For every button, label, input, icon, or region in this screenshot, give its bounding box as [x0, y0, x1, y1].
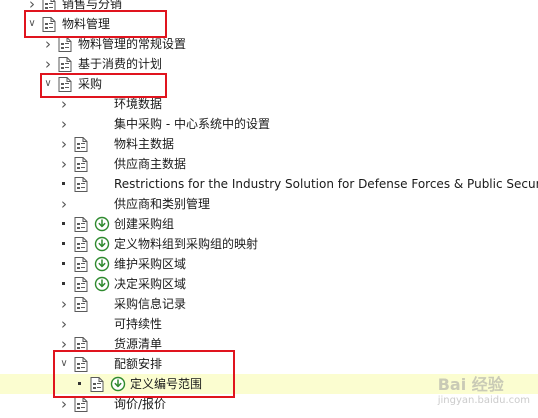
document-icon [58, 77, 72, 92]
document-icon [74, 157, 88, 172]
tree-item-label: 供应商主数据 [114, 157, 187, 171]
watermark-sub: jingyan.baidu.com [437, 395, 530, 406]
tree-item-sales-distribution[interactable]: › 销售与分销 [0, 0, 538, 14]
tree-item-material-group-mapping[interactable]: 定义物料组到采购组的映射 [0, 234, 538, 254]
tree-item-label: 货源清单 [114, 337, 163, 351]
tree-item-determine-purchasing-areas[interactable]: 决定采购区域 [0, 274, 538, 294]
tree-item-label: 物料主数据 [114, 137, 175, 151]
chevron-right-icon[interactable]: › [27, 0, 37, 14]
leaf-bullet-icon [62, 282, 65, 285]
chevron-right-icon[interactable]: › [59, 394, 69, 414]
tree-item-central-purchasing[interactable]: › 集中采购 - 中心系统中的设置 [0, 114, 538, 134]
tree-item-label: 维护采购区域 [114, 257, 187, 271]
tree-item-label: 决定采购区域 [114, 277, 187, 291]
execute-icon[interactable] [94, 236, 110, 252]
leaf-bullet-icon [62, 262, 65, 265]
chevron-right-icon[interactable]: › [59, 94, 69, 114]
execute-icon[interactable] [94, 256, 110, 272]
tree-item-purchasing-info-record[interactable]: › 采购信息记录 [0, 294, 538, 314]
chevron-right-icon[interactable]: › [59, 114, 69, 134]
watermark-brand: Bai 经验 [437, 375, 504, 394]
tree-item-label: 环境数据 [114, 97, 163, 111]
document-icon [74, 337, 88, 352]
document-icon [74, 297, 88, 312]
chevron-down-icon[interactable]: ∨ [27, 14, 37, 34]
document-icon [74, 137, 88, 152]
tree-item-label: 销售与分销 [62, 0, 123, 11]
chevron-down-icon[interactable]: ∨ [59, 354, 69, 374]
tree-item-label: Restrictions for the Industry Solution f… [114, 177, 538, 191]
execute-icon[interactable] [110, 376, 126, 392]
tree-item-material-master[interactable]: › 物料主数据 [0, 134, 538, 154]
leaf-bullet-icon [62, 222, 65, 225]
tree-item-restrictions-defense[interactable]: Restrictions for the Industry Solution f… [0, 174, 538, 194]
chevron-right-icon[interactable]: › [59, 134, 69, 154]
document-icon [74, 217, 88, 232]
chevron-right-icon[interactable]: › [59, 294, 69, 314]
document-icon [42, 0, 56, 12]
leaf-bullet-icon [62, 242, 65, 245]
document-icon [74, 177, 88, 192]
tree-item-purchasing[interactable]: ∨ 采购 [0, 74, 538, 94]
execute-icon[interactable] [94, 216, 110, 232]
tree-item-label: 物料管理的常规设置 [78, 37, 187, 51]
tree-item-materials-management[interactable]: ∨ 物料管理 [0, 14, 538, 34]
tree-item-label: 创建采购组 [114, 217, 175, 231]
tree-item-label: 配额安排 [114, 357, 163, 371]
tree-item-label: 定义物料组到采购组的映射 [114, 237, 259, 251]
tree-item-consumption-based-planning[interactable]: › 基于消费的计划 [0, 54, 538, 74]
tree-item-label: 询价/报价 [114, 397, 167, 411]
document-icon [74, 237, 88, 252]
leaf-bullet-icon [78, 382, 81, 385]
tree-item-label: 供应商和类别管理 [114, 197, 211, 211]
tree-item-label: 基于消费的计划 [78, 57, 163, 71]
tree-item-source-list[interactable]: › 货源清单 [0, 334, 538, 354]
chevron-right-icon[interactable]: › [43, 34, 53, 54]
chevron-right-icon[interactable]: › [59, 314, 69, 334]
document-icon [42, 17, 56, 32]
chevron-right-icon[interactable]: › [59, 154, 69, 174]
tree-item-label: 物料管理 [62, 17, 111, 31]
leaf-bullet-icon [62, 182, 65, 185]
document-icon [58, 37, 72, 52]
document-icon [74, 257, 88, 272]
tree-item-mm-general-settings[interactable]: › 物料管理的常规设置 [0, 34, 538, 54]
tree-item-create-purchasing-groups[interactable]: 创建采购组 [0, 214, 538, 234]
watermark: Bai 经验 jingyan.baidu.com [438, 371, 530, 406]
tree-item-label: 定义编号范围 [130, 377, 203, 391]
document-icon [90, 377, 104, 392]
tree-item-maintain-purchasing-areas[interactable]: 维护采购区域 [0, 254, 538, 274]
document-icon [74, 357, 88, 372]
tree-item-environment-data[interactable]: › 环境数据 [0, 94, 538, 114]
execute-icon[interactable] [94, 276, 110, 292]
document-icon [74, 277, 88, 292]
document-icon [58, 57, 72, 72]
tree-item-label: 可持续性 [114, 317, 163, 331]
chevron-right-icon[interactable]: › [59, 334, 69, 354]
tree-item-label: 集中采购 - 中心系统中的设置 [114, 117, 270, 131]
tree-item-label: 采购 [78, 77, 103, 91]
tree-item-supplier-category-mgmt[interactable]: › 供应商和类别管理 [0, 194, 538, 214]
chevron-right-icon[interactable]: › [59, 194, 69, 214]
chevron-right-icon[interactable]: › [43, 54, 53, 74]
tree-item-label: 采购信息记录 [114, 297, 187, 311]
tree-item-vendor-master[interactable]: › 供应商主数据 [0, 154, 538, 174]
tree-item-sustainability[interactable]: › 可持续性 [0, 314, 538, 334]
chevron-down-icon[interactable]: ∨ [43, 74, 53, 94]
